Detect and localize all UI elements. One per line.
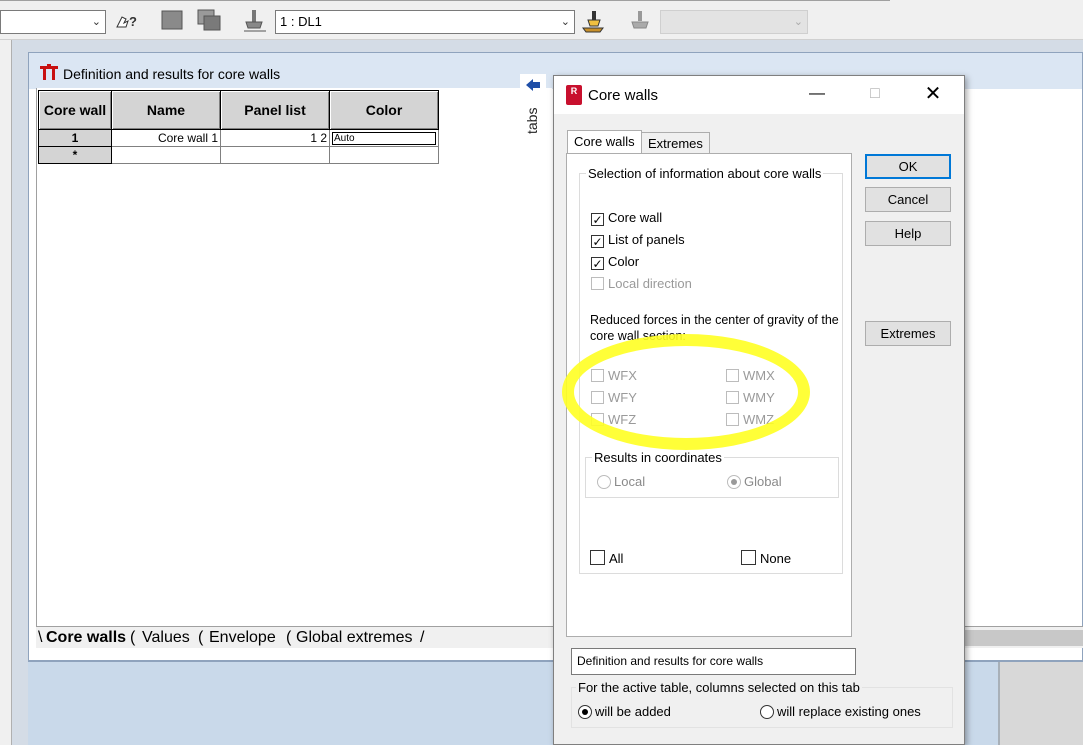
table-area: [36, 88, 552, 626]
table-icon[interactable]: [160, 9, 184, 33]
all-checkbox[interactable]: All: [590, 550, 623, 566]
list-of-panels-checkbox[interactable]: ✓ List of panels: [591, 232, 685, 248]
tab-core-walls-dialog[interactable]: Core walls: [567, 130, 642, 154]
left-toolbar-combo[interactable]: ⌄: [0, 10, 106, 34]
will-replace-radio[interactable]: will replace existing ones: [760, 704, 921, 719]
ok-button[interactable]: OK: [865, 154, 951, 179]
check-icon: ✓: [591, 257, 604, 271]
tab-core-walls[interactable]: Core walls: [46, 629, 126, 647]
column-header-core-wall[interactable]: Core wall: [38, 90, 112, 130]
panel-list-cell[interactable]: [220, 146, 330, 164]
tab-global-extremes[interactable]: Global extremes: [296, 629, 413, 647]
results-coordinates-label: Results in coordinates: [594, 450, 722, 465]
maximize-icon: □: [870, 85, 880, 102]
extremes-button[interactable]: Extremes: [865, 321, 951, 346]
column-header-name[interactable]: Name: [111, 90, 221, 130]
check-icon: ✓: [591, 213, 604, 227]
load-case-combo[interactable]: 1 : DL1 ⌄: [275, 10, 575, 34]
color-cell[interactable]: [329, 146, 439, 164]
table-row[interactable]: *: [38, 146, 439, 164]
local-direction-checkbox: Local direction: [591, 276, 692, 291]
horizontal-scrollbar[interactable]: [960, 630, 1083, 646]
table-name-field[interactable]: Definition and results for core walls: [571, 648, 856, 675]
local-radio: Local: [597, 474, 645, 489]
toolbar-top-border: [0, 0, 890, 2]
active-table-group-label: For the active table, columns selected o…: [578, 680, 860, 695]
help-pointer-icon[interactable]: ?: [114, 9, 138, 33]
name-cell[interactable]: Core wall 1: [111, 129, 221, 147]
robot-logo-icon: R: [566, 85, 582, 105]
case-selection-icon[interactable]: [580, 8, 604, 33]
color-cell[interactable]: Auto: [329, 129, 439, 147]
table-row[interactable]: 1 Core wall 1 1 2 Auto: [38, 129, 439, 147]
disabled-combo: ⌄: [660, 10, 808, 34]
new-row-header[interactable]: *: [38, 146, 112, 164]
chevron-down-icon[interactable]: ⌄: [92, 11, 101, 33]
tabs-side-strip[interactable]: tabs: [520, 74, 546, 224]
tab-values[interactable]: Values: [142, 629, 190, 647]
tab-extremes[interactable]: Extremes: [641, 132, 710, 154]
highlight-annotation: [562, 334, 810, 450]
chevron-down-icon[interactable]: ⌄: [561, 11, 570, 33]
color-checkbox[interactable]: ✓ Color: [591, 254, 639, 270]
name-cell[interactable]: [111, 146, 221, 164]
selection-group-label: Selection of information about core wall…: [588, 166, 822, 181]
none-checkbox[interactable]: None: [741, 550, 791, 566]
tables-stack-icon[interactable]: [196, 8, 221, 32]
dialog-title: Core walls: [588, 87, 659, 104]
dialog-titlebar: R Core walls — □ ✕: [554, 76, 964, 114]
load-case-icon[interactable]: [242, 8, 266, 32]
left-panel-strip: [0, 40, 12, 745]
will-be-added-radio[interactable]: will be added: [578, 704, 671, 719]
minimize-icon[interactable]: —: [802, 82, 832, 106]
row-header[interactable]: 1: [38, 129, 112, 147]
tabs-strip-label: tabs: [524, 107, 540, 134]
svg-text:?: ?: [129, 14, 137, 29]
close-icon[interactable]: ✕: [918, 82, 948, 106]
color-value[interactable]: Auto: [332, 131, 436, 145]
panel-list-cell[interactable]: 1 2: [220, 129, 330, 147]
main-toolbar: ⌄ ? 1 : DL1 ⌄ ⌄: [0, 0, 1083, 40]
core-wall-checkbox[interactable]: ✓ Core wall: [591, 210, 662, 226]
right-view-frame: [998, 662, 1083, 745]
check-icon: ✓: [591, 235, 604, 249]
arrow-left-icon[interactable]: [525, 78, 541, 95]
window-title: Definition and results for core walls: [63, 66, 281, 82]
column-header-panel-list[interactable]: Panel list: [220, 90, 330, 130]
global-radio: Global: [727, 474, 782, 489]
case-disabled-icon: [626, 8, 650, 32]
cancel-button[interactable]: Cancel: [865, 187, 951, 212]
core-wall-icon: [39, 63, 59, 84]
core-walls-table: Core wall Name Panel list Color 1 Core w…: [38, 90, 439, 164]
chevron-down-icon: ⌄: [793, 16, 803, 28]
column-header-color[interactable]: Color: [329, 90, 439, 130]
help-button[interactable]: Help: [865, 221, 951, 246]
tab-envelope[interactable]: Envelope: [209, 629, 276, 647]
